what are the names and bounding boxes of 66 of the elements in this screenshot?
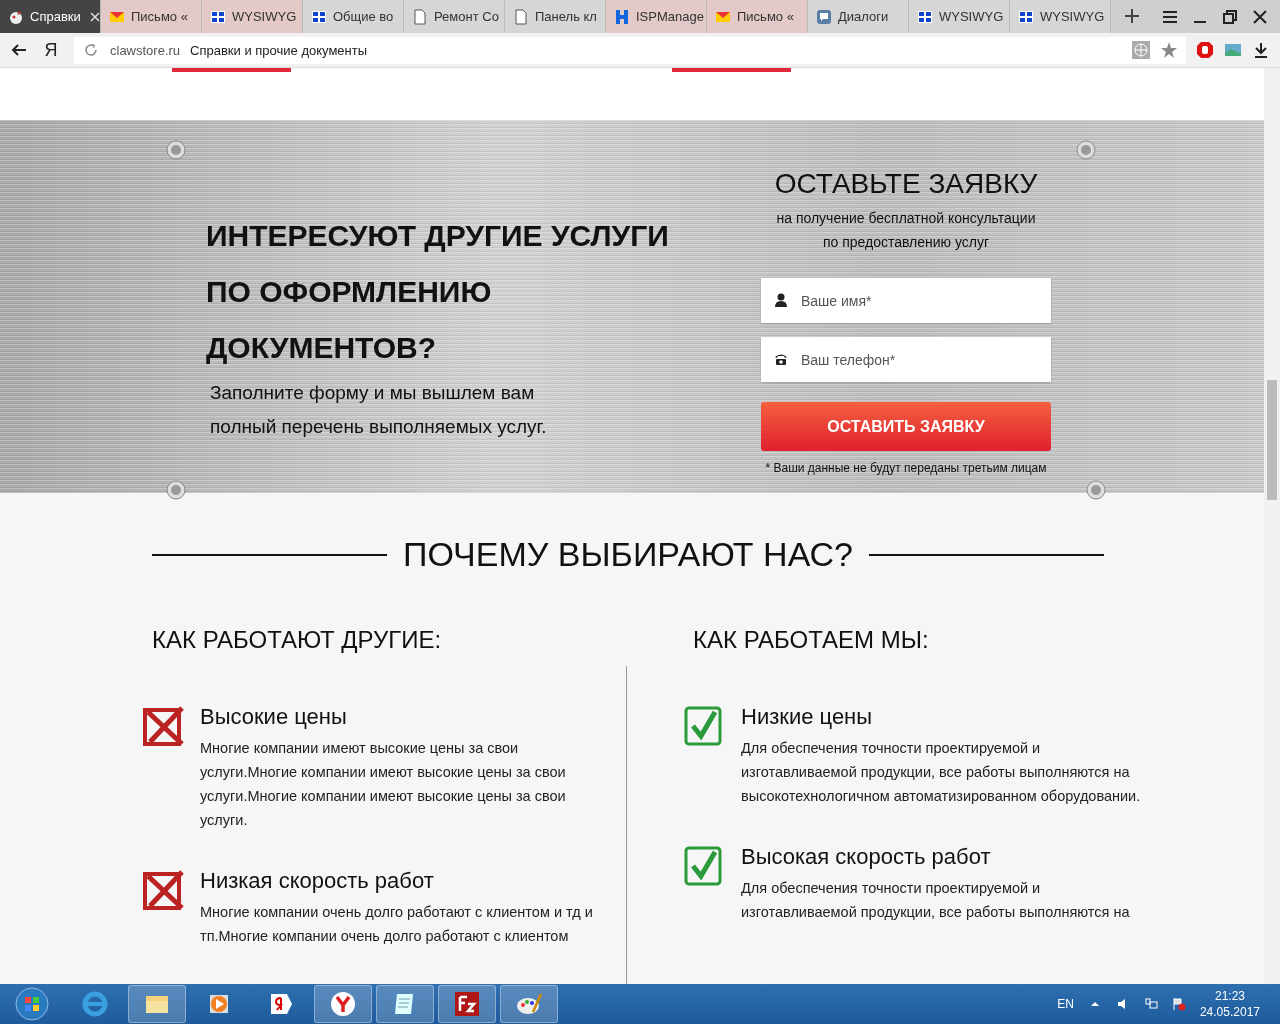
screw-icon — [1086, 480, 1106, 501]
document-icon — [412, 8, 428, 25]
wb-ru-logo-icon — [1018, 8, 1034, 25]
wb-ru-logo-icon — [917, 8, 933, 25]
cross-mark-icon — [142, 868, 186, 912]
address-domain: clawstore.ru — [110, 42, 181, 58]
item-text: Для обеспечения точности проектируемой и изготавливаемой продукции, все работы выполняются на высокотехнологичном автоматизированном оборудовании. — [741, 739, 1141, 806]
item-title: Высокая скорость работ — [741, 844, 992, 870]
browser-tab[interactable]: WYSIWYG — [1010, 0, 1111, 33]
restore-icon[interactable] — [1222, 8, 1238, 25]
h-logo-icon — [614, 8, 630, 25]
column-heading: КАК РАБОТАЮТ ДРУГИЕ: — [152, 626, 443, 654]
reload-icon[interactable] — [82, 41, 100, 59]
page-title: Справки и прочие документы — [190, 42, 368, 58]
browser-tab[interactable]: Справки — [0, 0, 101, 33]
cross-mark-icon — [142, 704, 186, 748]
browser-tab[interactable]: WYSIWYG — [909, 0, 1010, 33]
column-heading: КАК РАБОТАЕМ МЫ: — [693, 626, 930, 654]
language-indicator[interactable]: EN — [1057, 997, 1074, 1011]
browser-tab[interactable]: ISPManage — [606, 0, 707, 33]
address-bar[interactable]: clawstore.ru Справки и прочие документы — [74, 36, 1186, 64]
document-icon — [513, 8, 529, 25]
y-logo-icon[interactable] — [329, 990, 357, 1018]
browser-logo[interactable]: Я — [38, 39, 64, 61]
wb-ru-logo-icon — [311, 8, 327, 25]
input-field[interactable]: Ваш телефон* — [761, 337, 1051, 383]
form-title: ОСТАВЬТЕ ЗАЯВКУ — [774, 168, 1038, 201]
browser-tab[interactable]: Письмо « — [101, 0, 202, 33]
scrollbar-thumb[interactable] — [1267, 380, 1277, 500]
screw-icon — [166, 480, 186, 501]
item-text: Для обеспечения точности проектируемой и изготавливаемой продукции, все работы выполняются на — [741, 879, 1131, 922]
promo-heading: ИНТЕРЕСУЮТ ДРУГИЕ УСЛУГИ ПО ОФОРМЛЕНИЮ ДОКУМЕНТОВ? — [206, 218, 670, 367]
browser-tab[interactable]: Диалоги — [808, 0, 909, 33]
wb-ru-logo-icon — [210, 8, 226, 25]
item-title: Высокие цены — [200, 704, 348, 730]
privacy-note: * Ваши данные не будут переданы третьим лицам — [765, 461, 1047, 476]
bird-icon — [8, 8, 24, 25]
browser-tab[interactable]: Письмо « — [707, 0, 808, 33]
screw-icon — [1076, 140, 1096, 161]
section-title: ПОЧЕМУ ВЫБИРАЮТ НАС? — [402, 535, 854, 574]
promo-text: Заполните форму и мы вышлем вам полный перечень выполняемых услуг. — [210, 381, 548, 440]
flag-icon[interactable] — [1171, 997, 1186, 1011]
form-subtitle: на получение бесплатной консультации по предоставлению услуг — [775, 209, 1037, 253]
chat-icon — [816, 8, 832, 25]
close-icon[interactable] — [1252, 8, 1268, 25]
item-title: Низкие цены — [741, 704, 874, 730]
fz-logo-icon[interactable] — [453, 990, 481, 1018]
clock[interactable]: 21:23 24.05.2017 — [1199, 988, 1260, 1020]
submit-button[interactable]: ОСТАВИТЬ ЗАЯВКУ — [761, 402, 1051, 452]
person-icon — [774, 293, 788, 308]
item-text: Многие компании имеют высокие цены за свои услуги.Многие компании имеют высокие цены за свои услуги.Многие компании имеют высокие цены за свои услуги. — [200, 739, 567, 830]
browser-tab[interactable]: Общие во — [303, 0, 404, 33]
scrollbar[interactable] — [1264, 68, 1280, 984]
input-field[interactable]: Ваше имя* — [761, 278, 1051, 324]
item-text: Многие компании очень долго работают с клиентом и тд и тп.Многие компании очень долго работают с клиентом — [200, 903, 594, 946]
browser-tab[interactable]: WYSIWYG — [202, 0, 303, 33]
start-button[interactable] — [14, 986, 50, 1022]
item-title: Низкая скорость работ — [200, 868, 435, 894]
browser-tab[interactable]: Панель кл — [505, 0, 606, 33]
star-icon[interactable] — [1160, 41, 1178, 59]
network-icon[interactable] — [1143, 997, 1158, 1011]
browser-tab[interactable]: Ремонт Со — [404, 0, 505, 33]
menu-icon[interactable] — [1162, 8, 1178, 25]
screw-icon — [166, 140, 186, 161]
picture-icon[interactable] — [1224, 41, 1242, 59]
download-icon[interactable] — [1252, 41, 1270, 59]
